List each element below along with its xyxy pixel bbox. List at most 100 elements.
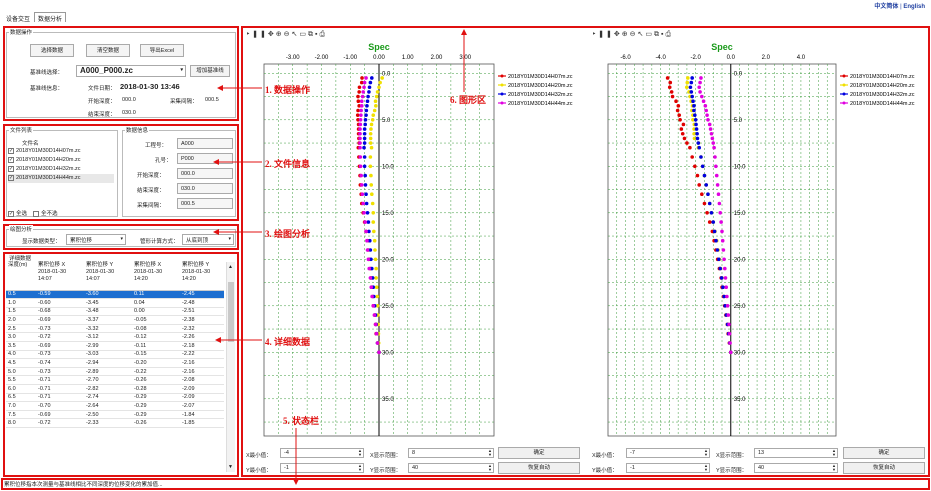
table-row[interactable]: 2.0 -0.69 -3.37 -0.05 -2.38: [6, 315, 224, 325]
checkbox-checked-icon[interactable]: ✓: [8, 165, 14, 172]
table-row[interactable]: 1.5 -0.68 -3.48 0.00 -2.51: [6, 307, 224, 317]
file-item[interactable]: ✓ 2018Y01M30D14H07m.zc: [8, 147, 114, 156]
select-data-button[interactable]: 选择数据: [30, 44, 74, 57]
scroll-down-icon[interactable]: ▼: [228, 464, 233, 470]
scroll-up-icon[interactable]: ▲: [228, 264, 233, 270]
scroll-thumb[interactable]: [228, 282, 234, 342]
interval-value: 000.5: [205, 97, 219, 103]
select-all-toggle[interactable]: ✓ 全选: [8, 209, 27, 217]
table-row[interactable]: 4.0 -0.73 -3.03 -0.15 -2.22: [6, 350, 224, 360]
baseline-select[interactable]: A000_P000.zc ▾: [76, 65, 186, 77]
checkbox-checked-icon[interactable]: ✓: [8, 174, 14, 181]
data-point: [681, 122, 686, 127]
data-point: [375, 341, 380, 345]
data-point: [705, 211, 709, 215]
table-row[interactable]: 3.5 -0.69 -2.99 -0.11 -2.18: [6, 341, 224, 351]
pause-icon[interactable]: ❚❚: [252, 31, 268, 38]
checkbox-checked-icon[interactable]: ✓: [8, 156, 14, 163]
clear-data-button[interactable]: 清空数据: [86, 44, 130, 57]
table-row[interactable]: 1.0 -0.60 -3.45 0.04 -2.48: [6, 298, 224, 308]
pan-icon[interactable]: ✥: [268, 31, 276, 38]
spinner-icon[interactable]: ▲ ▼: [704, 449, 708, 457]
zoom-in-icon[interactable]: ⊕: [622, 31, 630, 38]
spinner-icon[interactable]: ▲ ▼: [832, 464, 836, 472]
file-item[interactable]: ✓ 2018Y01M30D14H20m.zc: [8, 156, 114, 165]
right-xrange-input[interactable]: 13 ▲ ▼: [754, 448, 838, 458]
checkbox-unchecked-icon[interactable]: [33, 210, 39, 217]
table-row[interactable]: 0.5 -0.59 -3.60 0.11 -2.45: [6, 290, 224, 300]
zoom-out-icon[interactable]: ⊖: [284, 31, 292, 38]
data-point: [371, 211, 376, 215]
add-baseline-button[interactable]: 增加基准线: [190, 65, 230, 77]
select-icon[interactable]: ▭: [645, 31, 654, 38]
copy-icon[interactable]: ⧉: [654, 31, 661, 38]
info-interval-field[interactable]: 000.5: [177, 198, 233, 209]
pan-icon[interactable]: ✥: [614, 31, 622, 38]
display-type-select[interactable]: 累积位移 ▾: [66, 234, 126, 245]
left-chart[interactable]: Spec -3.00 -2.00 -1.00 0.00 1.00 2.00 3.00 0.0 5.…: [244, 38, 584, 443]
hole-field[interactable]: P000: [177, 153, 233, 164]
data-point: [372, 229, 376, 234]
file-item[interactable]: ✓ 2018Y01M30D14H44m.zc: [8, 174, 114, 183]
end-field[interactable]: 030.0: [177, 183, 233, 194]
table-header-cell[interactable]: 深度(m): [6, 262, 36, 291]
data-point: [372, 108, 377, 113]
table-header-cell[interactable]: 累积位移 X 2018-01-30 14:07: [36, 262, 84, 291]
table-scrollbar[interactable]: ▲ ▼: [226, 262, 235, 472]
lang-english-link[interactable]: English: [903, 4, 925, 10]
pause-icon[interactable]: ❚❚: [598, 31, 614, 38]
spinner-icon[interactable]: ▲ ▼: [358, 449, 362, 457]
file-item[interactable]: ✓ 2018Y01M30D14H32m.zc: [8, 165, 114, 174]
left-auto-button[interactable]: 恢复自动: [498, 462, 580, 474]
checkbox-checked-icon[interactable]: ✓: [8, 210, 14, 217]
spinner-icon[interactable]: ▲ ▼: [358, 464, 362, 472]
tab-data-analysis[interactable]: 数据分析: [34, 12, 67, 23]
table-row[interactable]: 3.0 -0.72 -3.12 -0.12 -2.26: [6, 332, 224, 343]
calc-method-select[interactable]: 从底到顶 ▾: [182, 234, 234, 245]
tab-device[interactable]: 设备交互: [2, 12, 34, 23]
table-row[interactable]: 6.0 -0.71 -2.82 -0.28 -2.09: [6, 384, 224, 394]
table-header-cell[interactable]: 累积位移 Y 2018-01-30 14:20: [180, 262, 224, 291]
right-ok-button[interactable]: 确定: [843, 447, 925, 459]
right-chart[interactable]: Spec -6.0 -4.0 -2.0 0.0 2.0 4.0 0.0 5.0 10.0 15.0 2…: [588, 38, 926, 443]
right-xmin-input[interactable]: -7 ▲ ▼: [626, 448, 710, 458]
zoom-out-icon[interactable]: ⊖: [630, 31, 638, 38]
left-xrange-input[interactable]: 8 ▲ ▼: [408, 448, 494, 458]
project-field[interactable]: A000: [177, 138, 233, 149]
left-ymin-input[interactable]: -1 ▲ ▼: [280, 463, 364, 473]
spinner-icon[interactable]: ▲ ▼: [704, 464, 708, 472]
table-row[interactable]: 5.5 -0.71 -2.70 -0.26 -2.08: [6, 375, 224, 386]
print-icon[interactable]: ⎙: [319, 31, 327, 38]
zoom-in-icon[interactable]: ⊕: [276, 31, 284, 38]
right-yrange-input[interactable]: 40 ▲ ▼: [754, 463, 838, 473]
table-row[interactable]: 5.0 -0.73 -2.89 -0.22 -2.16: [6, 367, 224, 377]
table-header-cell[interactable]: 累积位移 X 2018-01-30 14:20: [132, 262, 180, 291]
left-xmin-input[interactable]: -4 ▲ ▼: [280, 448, 364, 458]
right-auto-button[interactable]: 恢复自动: [843, 462, 925, 474]
table-header-cell[interactable]: 累积位移 Y 2018-01-30 14:07: [84, 262, 132, 291]
table-row[interactable]: 6.5 -0.71 -2.74 -0.29 -2.09: [6, 393, 224, 403]
spinner-icon[interactable]: ▲ ▼: [488, 464, 492, 472]
end-depth-value: 030.0: [122, 110, 136, 116]
export-excel-button[interactable]: 导出Excel: [140, 44, 184, 57]
checkbox-checked-icon[interactable]: ✓: [8, 147, 14, 154]
right-ymin-input[interactable]: -1 ▲ ▼: [626, 463, 710, 473]
table-row[interactable]: 4.5 -0.74 -2.94 -0.20 -2.16: [6, 358, 224, 368]
table-row[interactable]: 7.5 -0.69 -2.50 -0.29 -1.84: [6, 410, 224, 420]
table-row[interactable]: 7.0 -0.70 -2.64 -0.29 -2.07: [6, 401, 224, 411]
spinner-icon[interactable]: ▲ ▼: [488, 449, 492, 457]
left-ok-button[interactable]: 确定: [498, 447, 580, 459]
table-row[interactable]: 2.5 -0.73 -3.32 -0.08 -2.32: [6, 324, 224, 334]
select-icon[interactable]: ▭: [299, 31, 308, 38]
spinner-icon[interactable]: ▲ ▼: [832, 449, 836, 457]
lang-chinese-link[interactable]: 中文简体: [874, 4, 898, 10]
print-icon[interactable]: ⎙: [665, 31, 673, 38]
left-yrange-input[interactable]: 40 ▲ ▼: [408, 463, 494, 473]
copy-icon[interactable]: ⧉: [308, 31, 315, 38]
table-cell: -3.37: [84, 315, 132, 325]
table-row[interactable]: 8.0 -0.72 -2.33 -0.26 -1.85: [6, 418, 224, 428]
end-label: 结束深度：: [137, 188, 165, 194]
start-field[interactable]: 000.0: [177, 168, 233, 179]
select-none-toggle[interactable]: 全不选: [33, 209, 58, 217]
data-point: [361, 90, 365, 94]
